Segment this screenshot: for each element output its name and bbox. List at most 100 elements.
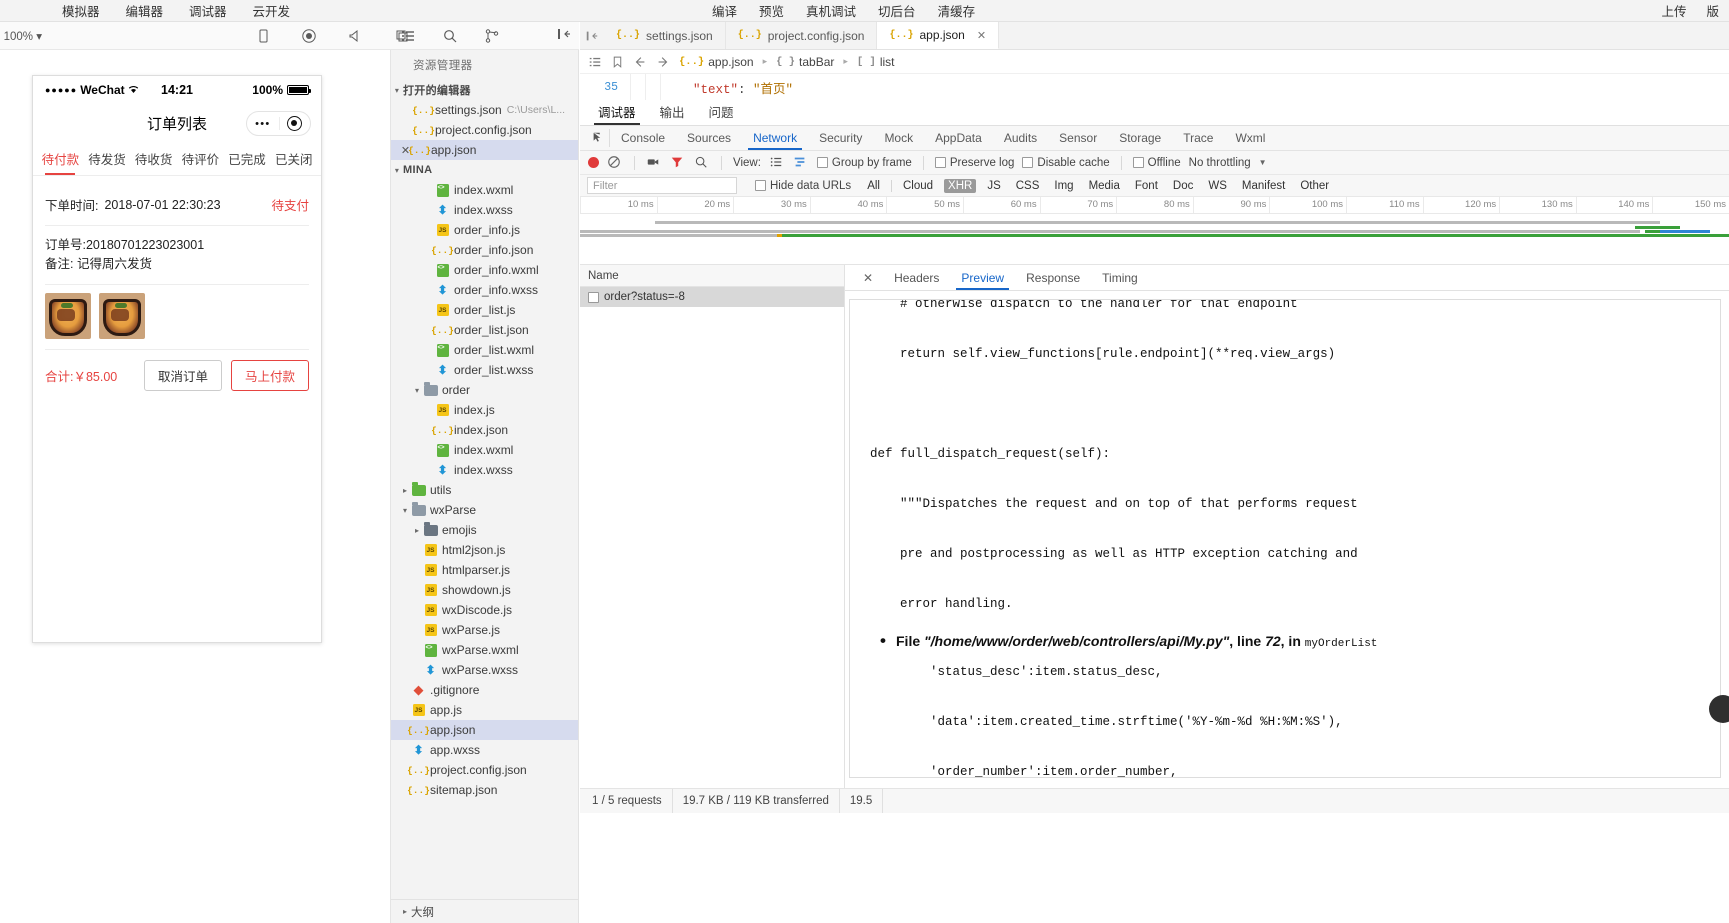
record-button[interactable] — [588, 157, 599, 168]
capture-screenshots-icon[interactable] — [646, 155, 662, 171]
menu-remote-debug[interactable]: 真机调试 — [806, 1, 856, 20]
close-icon[interactable]: ✕ — [853, 271, 883, 285]
panel-tab-problems[interactable]: 问题 — [697, 102, 746, 125]
open-editor-settings-json[interactable]: {..} settings.json C:\Users\L... — [391, 100, 578, 120]
zoom-control[interactable]: 5 100% ▾ — [0, 29, 42, 43]
clear-icon[interactable] — [607, 155, 623, 171]
search-icon[interactable] — [442, 28, 458, 44]
file-row[interactable]: ⬍ app.wxss — [391, 740, 578, 760]
disable-cache-checkbox[interactable]: Disable cache — [1022, 157, 1110, 169]
file-row[interactable]: ⬍ index.wxss — [391, 200, 578, 220]
tab-pending-shipment[interactable]: 待发货 — [84, 142, 131, 175]
menu-upload[interactable]: 上传 — [1661, 1, 1686, 20]
devtools-tab-appdata[interactable]: AppData — [924, 126, 993, 150]
order-card[interactable]: 下单时间: 2018-07-01 22:30:23 待支付 订单号:201807… — [33, 184, 321, 403]
file-row[interactable]: JS html2json.js — [391, 540, 578, 560]
menu-editor[interactable]: 编辑器 — [126, 1, 164, 20]
checkbox-icon[interactable] — [755, 180, 766, 191]
chevron-right-icon[interactable]: ▸ — [399, 907, 411, 916]
file-row[interactable]: {..} order_list.json — [391, 320, 578, 340]
preview-content[interactable]: # otherwise dispatch to the handler for … — [849, 299, 1721, 778]
panel-tab-debugger[interactable]: 调试器 — [586, 102, 648, 125]
file-row[interactable]: {..} sitemap.json — [391, 780, 578, 800]
menu-cloud-dev[interactable]: 云开发 — [253, 1, 291, 20]
tab-completed[interactable]: 已完成 — [224, 142, 271, 175]
file-row[interactable]: JS order_list.js — [391, 300, 578, 320]
offline-checkbox[interactable]: Offline — [1132, 157, 1181, 169]
floating-action-button[interactable] — [1709, 695, 1729, 723]
devtools-tab-storage[interactable]: Storage — [1108, 126, 1172, 150]
devtools-tab-audits[interactable]: Audits — [993, 126, 1048, 150]
list-icon[interactable] — [400, 28, 416, 44]
target-icon[interactable] — [286, 116, 302, 131]
file-row[interactable]: ▸ utils — [391, 480, 578, 500]
pay-now-button[interactable]: 马上付款 — [230, 359, 309, 391]
code-editor-line[interactable]: 35 "text": "首页" — [580, 74, 1729, 100]
more-dots-icon[interactable]: ••• — [255, 118, 270, 130]
file-row[interactable]: order_info.wxml — [391, 260, 578, 280]
open-editors-section[interactable]: ▾ 打开的编辑器 — [391, 80, 578, 100]
open-editor-project-config-json[interactable]: {..} project.config.json — [391, 120, 578, 140]
filter-chip-doc[interactable]: Doc — [1169, 179, 1197, 193]
filter-chip-ws[interactable]: WS — [1204, 179, 1231, 193]
devtools-tab-security[interactable]: Security — [808, 126, 873, 150]
menu-simulator[interactable]: 模拟器 — [62, 1, 100, 20]
phone-icon[interactable] — [255, 28, 271, 44]
checkbox-icon[interactable] — [1132, 157, 1144, 168]
checkbox-icon[interactable] — [1022, 157, 1034, 168]
file-row[interactable]: index.wxml — [391, 440, 578, 460]
file-row[interactable]: JS app.js — [391, 700, 578, 720]
filter-chip-xhr[interactable]: XHR — [944, 178, 977, 193]
detail-tab-timing[interactable]: Timing — [1091, 265, 1149, 290]
file-row[interactable]: ▸ emojis — [391, 520, 578, 540]
volume-icon[interactable] — [347, 28, 363, 44]
file-row[interactable]: ⬍ index.wxss — [391, 460, 578, 480]
hide-data-urls-checkbox[interactable]: Hide data URLs — [755, 180, 851, 192]
search-icon[interactable] — [694, 155, 710, 171]
cancel-order-button[interactable]: 取消订单 — [143, 359, 222, 391]
checkbox-icon[interactable] — [934, 157, 946, 168]
filter-icon[interactable] — [670, 155, 686, 171]
editor-split-icon[interactable] — [580, 22, 604, 49]
request-row[interactable]: order?status=-8 — [580, 287, 844, 307]
file-row[interactable]: JS wxDiscode.js — [391, 600, 578, 620]
bookmark-icon[interactable] — [611, 55, 624, 69]
chevron-down-icon[interactable]: ▾ — [399, 506, 411, 515]
close-icon[interactable]: ✕ — [977, 29, 986, 42]
file-row[interactable]: ⬍ order_info.wxss — [391, 280, 578, 300]
chevron-down-icon[interactable]: ▼ — [1259, 158, 1267, 167]
filter-chip-media[interactable]: Media — [1085, 179, 1124, 193]
capsule-menu[interactable]: ••• — [246, 111, 311, 136]
filter-chip-all[interactable]: All — [863, 179, 884, 193]
file-row[interactable]: JS htmlparser.js — [391, 560, 578, 580]
detail-tab-headers[interactable]: Headers — [883, 265, 950, 290]
filter-chip-css[interactable]: CSS — [1012, 179, 1044, 193]
file-row[interactable]: ⬍ order_list.wxss — [391, 360, 578, 380]
file-row[interactable]: JS order_info.js — [391, 220, 578, 240]
goods-thumbnail[interactable] — [45, 292, 91, 339]
devtools-tab-console[interactable]: Console — [610, 126, 676, 150]
detail-tab-response[interactable]: Response — [1015, 265, 1091, 290]
file-row[interactable]: ⬍ wxParse.wxss — [391, 660, 578, 680]
filter-chip-manifest[interactable]: Manifest — [1238, 179, 1289, 193]
view-waterfall-icon[interactable] — [793, 155, 809, 171]
menu-compile[interactable]: 编译 — [712, 1, 737, 20]
file-row[interactable]: JS showdown.js — [391, 580, 578, 600]
file-row[interactable]: JS index.js — [391, 400, 578, 420]
collapse-sidebar-button[interactable] — [556, 26, 572, 45]
back-arrow-icon[interactable] — [633, 55, 647, 69]
tab-pending-review[interactable]: 待评价 — [177, 142, 224, 175]
menu-background[interactable]: 切后台 — [878, 1, 916, 20]
project-root-section[interactable]: ▾ MINA — [391, 160, 578, 180]
chevron-right-icon[interactable]: ▸ — [399, 486, 411, 495]
goods-thumbnail[interactable] — [99, 292, 145, 339]
menu-preview[interactable]: 预览 — [759, 1, 784, 20]
tab-pending-receipt[interactable]: 待收货 — [130, 142, 177, 175]
panel-tab-output[interactable]: 输出 — [648, 102, 697, 125]
devtools-tab-network[interactable]: Network — [742, 126, 808, 150]
chevron-down-icon[interactable]: ▾ — [411, 386, 423, 395]
breadcrumb-list[interactable]: [ ] list — [857, 55, 895, 69]
group-by-frame-checkbox[interactable]: Group by frame — [816, 157, 912, 169]
file-row[interactable]: {..} order_info.json — [391, 240, 578, 260]
network-timeline[interactable]: 10 ms 20 ms 30 ms 40 ms 50 ms 60 ms 70 ms 80 ms… — [580, 197, 1729, 265]
